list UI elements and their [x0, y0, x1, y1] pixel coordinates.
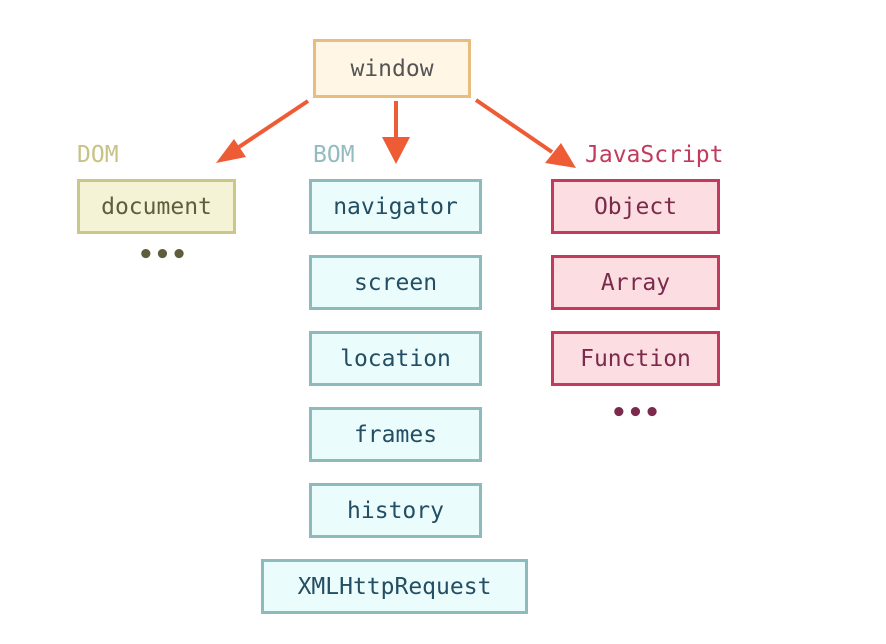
screen-node: screen: [309, 255, 482, 310]
window-node: window: [313, 39, 471, 98]
array-node: Array: [551, 255, 720, 310]
arrow-to-dom: [228, 99, 310, 155]
arrow-head-dom: [216, 139, 246, 163]
arrow-head-bom: [382, 137, 410, 164]
history-label: history: [347, 497, 444, 524]
location-node: location: [309, 331, 482, 386]
dom-group-label: DOM: [77, 142, 119, 168]
document-node: document: [77, 179, 236, 234]
location-label: location: [340, 345, 451, 372]
history-node: history: [309, 483, 482, 538]
frames-label: frames: [353, 421, 438, 448]
screen-label: screen: [353, 269, 438, 296]
window-label: window: [350, 55, 434, 82]
object-node: Object: [551, 179, 720, 234]
document-label: document: [101, 193, 212, 220]
diagram: window DOM document ••• BOM navigator sc…: [0, 0, 886, 644]
dom-more-ellipsis: •••: [138, 240, 188, 270]
object-label: Object: [593, 193, 678, 220]
xmlhttprequest-node: XMLHttpRequest: [261, 559, 528, 614]
navigator-node: navigator: [309, 179, 482, 234]
function-node: Function: [551, 331, 720, 386]
array-label: Array: [600, 269, 671, 296]
navigator-label: navigator: [333, 193, 458, 220]
arrow-head-js: [545, 143, 576, 168]
function-label: Function: [580, 345, 691, 372]
arrow-to-js: [474, 98, 554, 154]
frames-node: frames: [309, 407, 482, 462]
javascript-group-label: JavaScript: [585, 142, 724, 168]
xmlhttprequest-label: XMLHttpRequest: [297, 573, 492, 600]
javascript-more-ellipsis: •••: [611, 398, 661, 428]
bom-group-label: BOM: [313, 142, 355, 168]
